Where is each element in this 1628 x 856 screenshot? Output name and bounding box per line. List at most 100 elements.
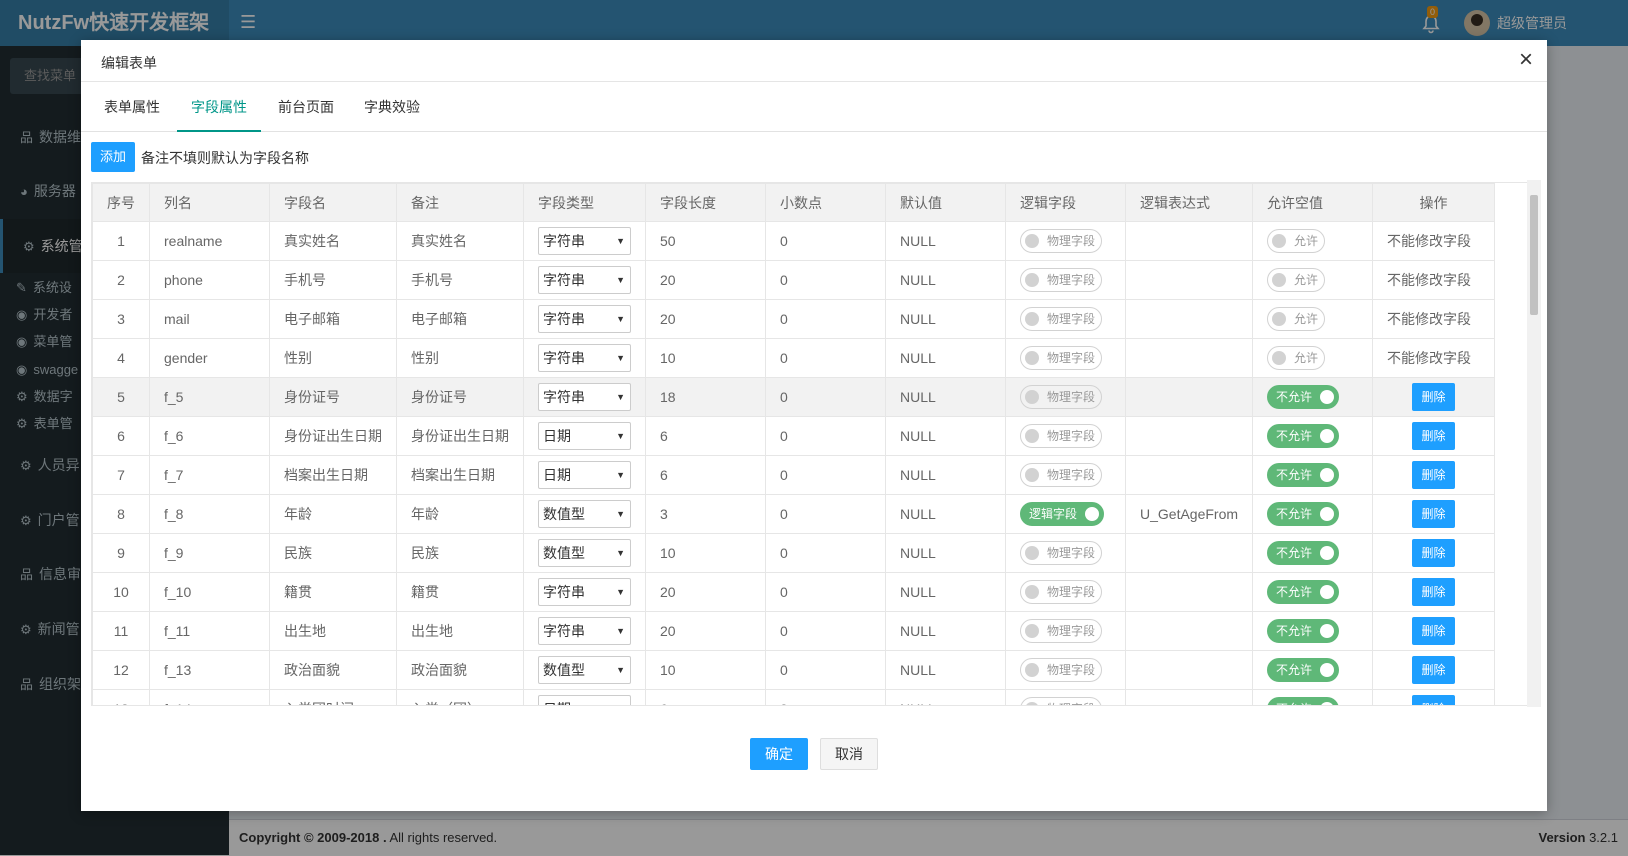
switch-knob (1320, 702, 1335, 705)
delete-button[interactable]: 删除 (1412, 383, 1456, 411)
delete-button[interactable]: 删除 (1412, 656, 1456, 684)
nullable-switch[interactable]: 允许 (1267, 346, 1326, 370)
logic-field-switch[interactable]: 物理字段 (1020, 697, 1103, 705)
field-type-select[interactable]: 日期 (538, 461, 631, 489)
column-header: 字段名 (269, 183, 397, 222)
logic-expression-cell (1124, 611, 1254, 651)
table-row[interactable]: 5f_5身份证号身份证号字符串180NULL物理字段不允许删除 (92, 377, 1496, 417)
field-type-select[interactable]: 字符串 (538, 617, 631, 645)
action-cell: 不能修改字段 (1372, 221, 1496, 261)
delete-button[interactable]: 删除 (1412, 500, 1456, 528)
table-row[interactable]: 6f_6身份证出生日期身份证出生日期日期60NULL物理字段不允许删除 (92, 416, 1496, 456)
table-scrollbar[interactable] (1527, 180, 1541, 707)
nullable-switch[interactable]: 不允许 (1267, 502, 1340, 526)
field-type-select[interactable]: 数值型 (538, 656, 631, 684)
delete-button[interactable]: 删除 (1412, 539, 1456, 567)
field-type-cell: 日期 (523, 689, 646, 705)
scrollbar-thumb[interactable] (1530, 195, 1538, 315)
row-number-cell: 2 (92, 260, 150, 300)
field-type-cell: 字符串 (523, 338, 646, 378)
field-type-select[interactable]: 日期 (538, 422, 631, 450)
table-row[interactable]: 4gender性别性别字符串100NULL物理字段允许不能修改字段 (92, 338, 1496, 378)
nullable-switch[interactable]: 允许 (1267, 307, 1326, 331)
modal-title: 编辑表单 (101, 55, 157, 71)
logic-field-switch[interactable]: 物理字段 (1020, 424, 1103, 448)
table-row[interactable]: 12f_13政治面貌政治面貌数值型100NULL物理字段不允许删除 (92, 650, 1496, 690)
nullable-switch[interactable]: 不允许 (1267, 385, 1340, 409)
delete-button[interactable]: 删除 (1412, 578, 1456, 606)
logic-field-switch[interactable]: 物理字段 (1020, 580, 1103, 604)
action-cell: 删除 (1372, 455, 1496, 495)
nullable-switch[interactable]: 不允许 (1267, 541, 1340, 565)
tab-field-properties[interactable]: 字段属性 (177, 82, 261, 132)
field-length-cell: 20 (645, 260, 766, 300)
table-row[interactable]: 3mail电子邮箱电子邮箱字符串200NULL物理字段允许不能修改字段 (92, 299, 1496, 339)
logic-field-switch[interactable]: 物理字段 (1020, 385, 1103, 409)
field-table-container[interactable]: 序号 列名 字段名 备注 字段类型 字段长度 小数点 默认值 逻辑字段 逻辑表达式 允许空值 操作 1… (91, 182, 1537, 706)
table-row[interactable]: 2phone手机号手机号字符串200NULL物理字段允许不能修改字段 (92, 260, 1496, 300)
logic-field-switch[interactable]: 物理字段 (1020, 463, 1103, 487)
logic-field-switch[interactable]: 物理字段 (1020, 619, 1103, 643)
switch-knob (1025, 468, 1039, 482)
field-type-select[interactable]: 字符串 (538, 344, 631, 372)
logic-field-switch[interactable]: 逻辑字段 (1020, 502, 1105, 526)
table-row[interactable]: 8f_8年龄年龄数值型30NULL逻辑字段U_GetAgeFrom不允许删除 (92, 494, 1496, 534)
field-name-cell: 籍贯 (269, 572, 397, 612)
logic-field-switch[interactable]: 物理字段 (1020, 307, 1103, 331)
field-type-select[interactable]: 字符串 (538, 578, 631, 606)
field-name-cell: 出生地 (269, 611, 397, 651)
decimal-cell: 0 (765, 260, 886, 300)
default-value-cell: NULL (885, 494, 1006, 534)
column-header: 列名 (149, 183, 270, 222)
table-row[interactable]: 13f_14入党团时间入党（团） 日期 60NULL 物理字段 不允许 删除 (92, 689, 1496, 705)
nullable-switch[interactable]: 不允许 (1267, 463, 1340, 487)
logic-field-switch[interactable]: 物理字段 (1020, 658, 1103, 682)
table-row[interactable]: 11f_11出生地出生地字符串200NULL物理字段不允许删除 (92, 611, 1496, 651)
field-type-select[interactable]: 字符串 (538, 383, 631, 411)
field-type-cell: 数值型 (523, 533, 646, 573)
logic-field-switch[interactable]: 物理字段 (1020, 268, 1103, 292)
table-row[interactable]: 1realname真实姓名真实姓名字符串500NULL物理字段允许不能修改字段 (92, 221, 1496, 261)
field-type-select[interactable]: 数值型 (538, 539, 631, 567)
add-field-button[interactable]: 添加 (91, 142, 135, 172)
nullable-switch[interactable]: 不允许 (1267, 580, 1340, 604)
field-type-select[interactable]: 字符串 (538, 227, 631, 255)
table-row[interactable]: 9f_9民族民族数值型100NULL物理字段不允许删除 (92, 533, 1496, 573)
table-row[interactable]: 10f_10籍贯籍贯字符串200NULL物理字段不允许删除 (92, 572, 1496, 612)
field-type-select[interactable]: 日期 (538, 695, 631, 705)
logic-field-switch[interactable]: 物理字段 (1020, 346, 1103, 370)
nullable-switch[interactable]: 允许 (1267, 268, 1326, 292)
field-type-cell: 日期 (523, 416, 646, 456)
tab-form-properties[interactable]: 表单属性 (91, 82, 173, 132)
switch-knob (1025, 546, 1039, 560)
nullable-switch[interactable]: 不允许 (1267, 697, 1340, 705)
cancel-button[interactable]: 取消 (820, 738, 878, 770)
field-type-select[interactable]: 字符串 (538, 305, 631, 333)
nullable-switch[interactable]: 不允许 (1267, 658, 1340, 682)
logic-field-switch[interactable]: 物理字段 (1020, 541, 1103, 565)
delete-button[interactable]: 删除 (1412, 422, 1456, 450)
close-icon[interactable]: × (1519, 46, 1533, 74)
logic-field-cell: 物理字段 (1005, 416, 1126, 456)
delete-button[interactable]: 删除 (1412, 695, 1456, 705)
nullable-switch[interactable]: 不允许 (1267, 619, 1340, 643)
nullable-switch[interactable]: 不允许 (1267, 424, 1340, 448)
logic-field-cell: 物理字段 (1005, 377, 1126, 417)
logic-expression-cell (1124, 338, 1254, 378)
delete-button[interactable]: 删除 (1412, 461, 1456, 489)
nullable-switch[interactable]: 允许 (1267, 229, 1326, 253)
column-header: 逻辑表达式 (1124, 183, 1254, 222)
field-length-cell: 6 (645, 416, 766, 456)
field-type-select[interactable]: 字符串 (538, 266, 631, 294)
logic-field-switch[interactable]: 物理字段 (1020, 229, 1103, 253)
nullable-cell: 不允许 (1252, 494, 1374, 534)
modal-tabs: 表单属性 字段属性 前台页面 字典效验 (81, 82, 1547, 132)
note-cell: 真实姓名 (396, 221, 524, 261)
decimal-cell: 0 (765, 611, 886, 651)
tab-dict-validation[interactable]: 字典效验 (351, 82, 433, 132)
field-type-select[interactable]: 数值型 (538, 500, 631, 528)
table-row[interactable]: 7f_7档案出生日期档案出生日期日期60NULL物理字段不允许删除 (92, 455, 1496, 495)
tab-front-page[interactable]: 前台页面 (265, 82, 347, 132)
delete-button[interactable]: 删除 (1412, 617, 1456, 645)
confirm-button[interactable]: 确定 (750, 738, 808, 770)
